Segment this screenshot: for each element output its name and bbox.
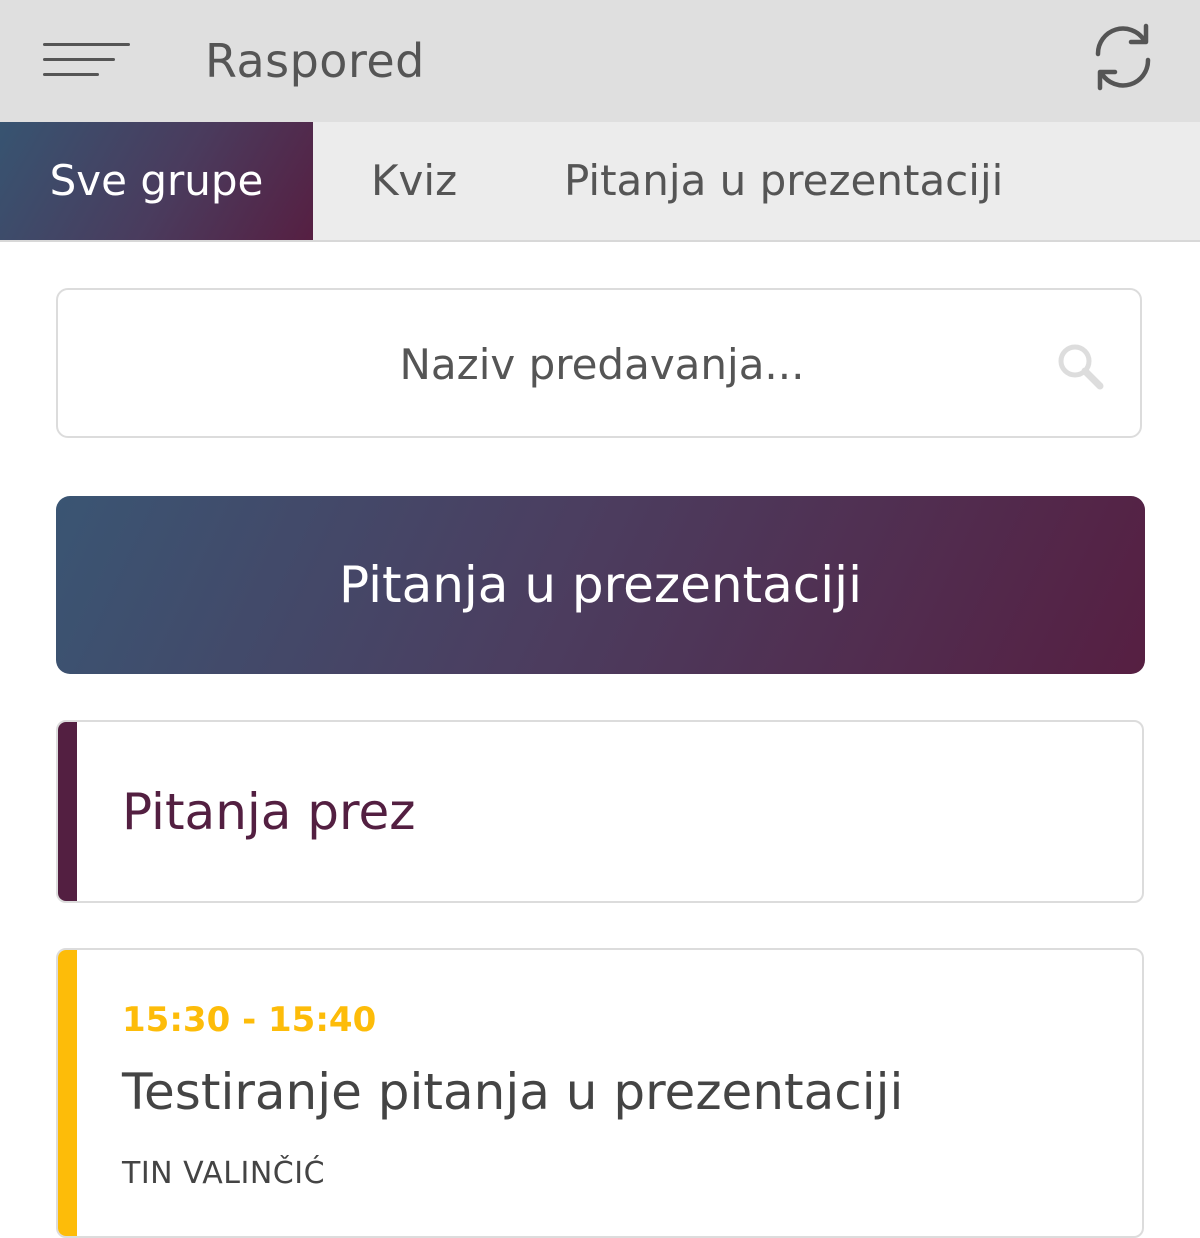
session-card[interactable]: 15:30 - 15:40 Testiranje pitanja u preze… [56,948,1144,1238]
search-box [56,288,1142,438]
tab-pitanja-u-prezentaciji[interactable]: Pitanja u prezentaciji [564,122,1003,240]
session-card[interactable]: Pitanja prez [56,720,1144,903]
tab-kviz[interactable]: Kviz [371,122,457,240]
search-icon[interactable] [1054,340,1106,392]
page-title: Raspored [205,34,425,88]
group-header[interactable]: Pitanja u prezentaciji [56,496,1145,674]
search-input[interactable] [78,310,1038,418]
tab-sve-grupe[interactable]: Sve grupe [0,122,313,240]
hamburger-menu-icon[interactable] [38,36,134,86]
session-title: Testiranje pitanja u prezentaciji [122,1063,904,1121]
tab-bar: Sve grupe Kviz Pitanja u prezentaciji [0,122,1200,242]
card-accent-bar [58,722,77,901]
top-app-bar: Raspored [0,0,1200,122]
session-speaker: TIN VALINČIĆ [122,1156,326,1191]
card-accent-bar [58,950,77,1236]
refresh-icon[interactable] [1086,20,1160,94]
session-time: 15:30 - 15:40 [122,1000,377,1040]
session-title: Pitanja prez [122,783,416,841]
